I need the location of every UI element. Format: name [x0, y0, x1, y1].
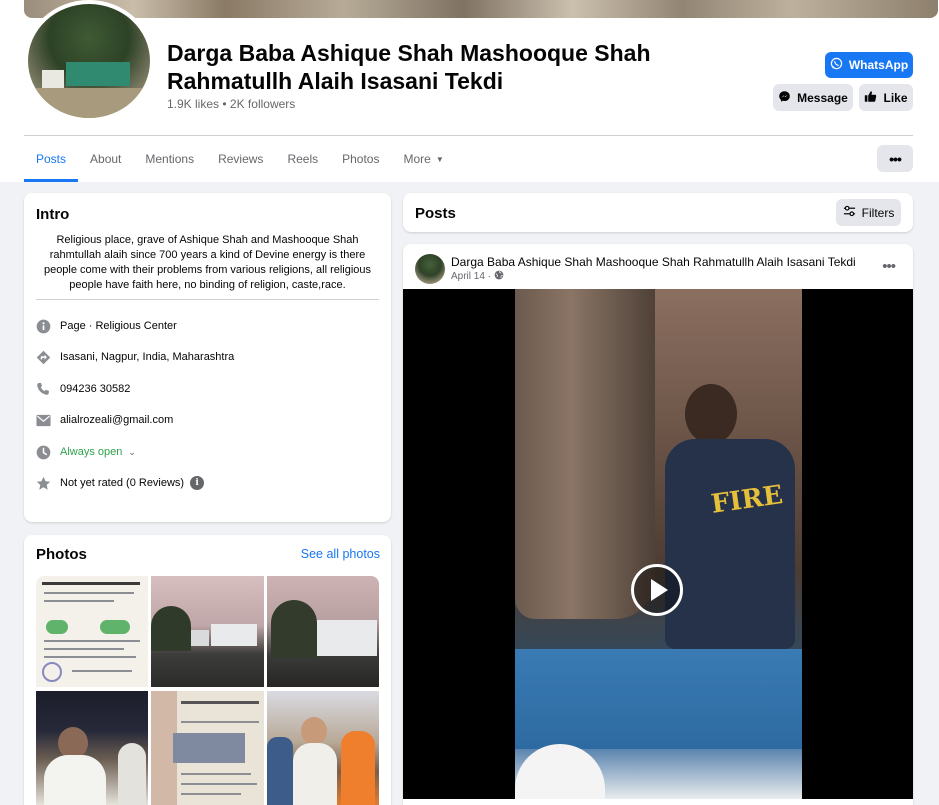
- intro-detail-rating: Not yet rated (0 Reviews) i: [35, 473, 205, 493]
- posts-title: Posts: [415, 205, 456, 222]
- intro-detail-category: Page · Religious Center: [35, 316, 177, 336]
- intro-detail-address[interactable]: Isasani, Nagpur, India, Maharashtra: [35, 347, 234, 367]
- tab-mentions[interactable]: Mentions: [133, 136, 206, 182]
- tab-about[interactable]: About: [78, 136, 133, 182]
- info-icon[interactable]: i: [190, 476, 205, 490]
- more-options-button[interactable]: •••: [877, 145, 913, 172]
- more-horizontal-icon: •••: [889, 150, 902, 167]
- tab-reels[interactable]: Reels: [275, 136, 330, 182]
- intro-divider: [36, 299, 379, 300]
- post-video[interactable]: FIRE: [403, 289, 913, 799]
- post-author-name[interactable]: Darga Baba Ashique Shah Mashooque Shah R…: [451, 255, 856, 269]
- intro-detail-phone[interactable]: 094236 30582: [35, 379, 130, 399]
- tab-reviews[interactable]: Reviews: [206, 136, 275, 182]
- profile-picture[interactable]: [24, 0, 154, 122]
- clock-icon: [35, 444, 51, 460]
- posts-header-card: Posts Filters: [403, 193, 913, 232]
- photos-title: Photos: [36, 546, 87, 563]
- like-label: Like: [883, 90, 908, 105]
- post-date-text: April 14 ·: [451, 271, 492, 282]
- message-button[interactable]: Message: [773, 84, 853, 111]
- location-arrow-icon: [35, 349, 51, 365]
- post-author-avatar[interactable]: [415, 254, 445, 284]
- page-tabs: Posts About Mentions Reviews Reels Photo…: [24, 136, 456, 182]
- intro-title: Intro: [36, 206, 70, 223]
- followers-count[interactable]: 2K followers: [230, 97, 295, 111]
- likes-count[interactable]: 1.9K likes: [167, 97, 219, 111]
- page-header: Darga Baba Ashique Shah Mashooque Shah R…: [0, 0, 939, 182]
- whatsapp-label: WhatsApp: [848, 58, 909, 72]
- cover-photo[interactable]: [24, 0, 938, 18]
- whatsapp-button[interactable]: WhatsApp: [825, 52, 913, 78]
- see-all-photos-link[interactable]: See all photos: [301, 547, 380, 561]
- photo-thumbnail[interactable]: [151, 691, 264, 805]
- phone-icon: [35, 381, 51, 397]
- tab-photos[interactable]: Photos: [330, 136, 391, 182]
- photo-thumbnail[interactable]: [151, 576, 264, 687]
- intro-bio: Religious place, grave of Ashique Shah a…: [43, 234, 372, 291]
- intro-detail-hours[interactable]: Always open ⌄: [35, 442, 136, 462]
- play-icon: [651, 579, 668, 601]
- intro-card: Intro Religious place, grave of Ashique …: [24, 193, 391, 522]
- globe-icon: [494, 270, 504, 283]
- caret-down-icon: ▼: [435, 154, 444, 164]
- email-icon: [35, 412, 51, 428]
- detail-text: Page · Religious Center: [60, 320, 177, 332]
- filters-label: Filters: [861, 205, 895, 220]
- tab-more-label: More: [403, 152, 431, 166]
- tab-posts[interactable]: Posts: [24, 136, 79, 182]
- detail-text: Isasani, Nagpur, India, Maharashtra: [60, 351, 235, 363]
- detail-text: Always open: [60, 446, 123, 458]
- star-icon: [35, 475, 51, 491]
- detail-text: 094236 30582: [60, 383, 131, 395]
- filters-button[interactable]: Filters: [836, 199, 901, 226]
- detail-text: alialrozeali@gmail.com: [60, 414, 174, 426]
- chevron-down-icon: ⌄: [128, 446, 136, 457]
- messenger-icon: [778, 90, 791, 106]
- post-menu-button[interactable]: •••: [882, 258, 896, 275]
- video-frame: FIRE: [515, 289, 802, 799]
- sliders-icon: [843, 205, 856, 220]
- stats-separator: •: [222, 97, 227, 111]
- post-card: Darga Baba Ashique Shah Mashooque Shah R…: [403, 244, 913, 805]
- whatsapp-icon: [830, 57, 843, 73]
- photo-thumbnail[interactable]: [267, 691, 379, 805]
- thumbs-up-icon: [864, 90, 877, 106]
- message-label: Message: [797, 90, 848, 105]
- tab-more[interactable]: More ▼: [391, 136, 455, 182]
- photo-thumbnail[interactable]: [267, 576, 379, 687]
- like-button[interactable]: Like: [859, 84, 913, 111]
- info-icon: [35, 318, 51, 334]
- intro-detail-email[interactable]: alialrozeali@gmail.com: [35, 410, 173, 430]
- page-stats: 1.9K likes • 2K followers: [167, 97, 295, 111]
- play-button[interactable]: [631, 564, 683, 616]
- photo-thumbnail[interactable]: [36, 691, 148, 805]
- photo-thumbnail[interactable]: [36, 576, 148, 687]
- page-title: Darga Baba Ashique Shah Mashooque Shah R…: [167, 40, 651, 94]
- detail-text: Not yet rated (0 Reviews): [60, 477, 185, 489]
- post-timestamp[interactable]: April 14 ·: [451, 270, 504, 283]
